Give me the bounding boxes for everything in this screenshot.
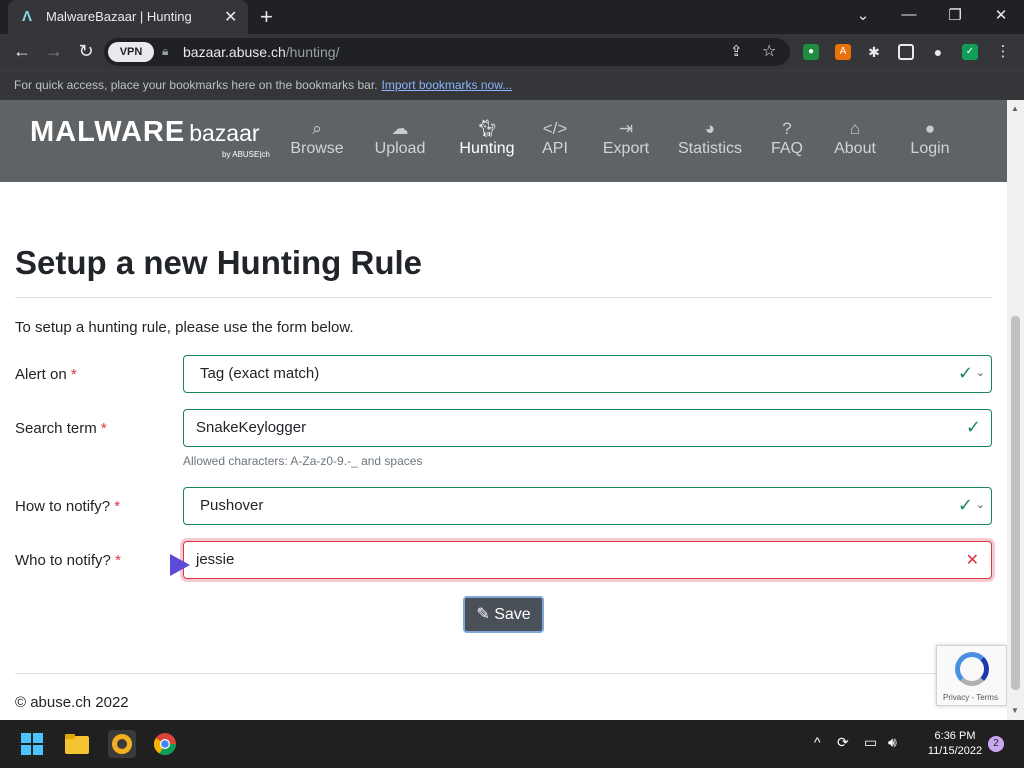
address-bar[interactable]: VPN 🔒︎ bazaar.abuse.ch/hunting/ ⇪ ☆ bbox=[104, 38, 790, 66]
notify-who-input[interactable]: jessie ✕ bbox=[183, 541, 992, 579]
browser-tab[interactable]: Λ MalwareBazaar | Hunting ✕ bbox=[8, 0, 248, 34]
windows-taskbar: ^ ⟳ ▭ 🔊︎ 6:36 PM 11/15/2022 bbox=[0, 720, 1024, 768]
nav-browse[interactable]: ⌕ Browse bbox=[290, 118, 344, 158]
bookmarks-hint: For quick access, place your bookmarks h… bbox=[14, 78, 513, 92]
tab-search-icon[interactable]: ⌄ bbox=[853, 6, 873, 24]
chevron-down-icon: ⌄ bbox=[975, 499, 985, 511]
notify-who-label: Who to notify? * bbox=[15, 552, 121, 569]
nav-about[interactable]: ⌂ About bbox=[830, 118, 880, 158]
extension-shield-icon[interactable]: ✓ bbox=[962, 44, 978, 60]
logo-sub: bazaar bbox=[189, 120, 260, 146]
extension-lock-icon[interactable]: ● bbox=[803, 44, 819, 60]
clock[interactable]: 6:36 PM 11/15/2022 bbox=[916, 729, 994, 759]
divider bbox=[15, 673, 992, 674]
profile-icon[interactable]: ● bbox=[930, 44, 946, 60]
malwarebazaar-favicon-icon: Λ bbox=[22, 8, 33, 25]
bookmark-star-icon[interactable]: ☆ bbox=[762, 41, 776, 61]
alert-on-select[interactable]: Tag (exact match) ✓ ⌄ bbox=[183, 355, 992, 393]
network-icon[interactable]: ▭ bbox=[864, 734, 877, 751]
form-intro: To setup a hunting rule, please use the … bbox=[15, 319, 354, 336]
extensions-puzzle-icon[interactable]: ✱ bbox=[866, 44, 882, 60]
logo-by: by ABUSE|ch bbox=[222, 150, 270, 159]
save-button[interactable]: ✎ Save bbox=[463, 596, 544, 633]
recaptcha-links[interactable]: Privacy - Terms bbox=[943, 693, 998, 702]
pie-chart-icon: ◕ bbox=[704, 119, 716, 138]
footer-copyright: © abuse.ch 2022 bbox=[15, 694, 129, 711]
file-export-icon: ⇥ bbox=[618, 119, 634, 138]
page-scrollbar[interactable]: ▲ ▼ bbox=[1007, 100, 1024, 720]
bookmarks-bar: For quick access, place your bookmarks h… bbox=[0, 70, 1024, 100]
code-icon: </> bbox=[542, 119, 568, 138]
sync-icon[interactable]: ⟳ bbox=[837, 734, 849, 751]
menu-kebab-icon[interactable]: ⋮ bbox=[995, 44, 1011, 60]
recaptcha-badge[interactable]: Privacy - Terms bbox=[936, 645, 1007, 706]
url-text[interactable]: bazaar.abuse.ch/hunting/ bbox=[183, 44, 339, 60]
extension-a-icon[interactable]: A bbox=[835, 44, 851, 60]
valid-check-icon: ✓ bbox=[965, 417, 981, 437]
tray-chevron-icon[interactable]: ^ bbox=[814, 734, 821, 750]
valid-check-icon: ✓ bbox=[957, 495, 973, 515]
minimize-icon[interactable]: — bbox=[899, 6, 919, 23]
notify-how-select[interactable]: Pushover ✓ ⌄ bbox=[183, 487, 992, 525]
nav-upload[interactable]: ☁ Upload bbox=[372, 118, 428, 158]
edit-icon: ✎ bbox=[476, 606, 490, 623]
page-content: MALWARE bazaar by ABUSE|ch ⌕ Browse ☁ Upl… bbox=[0, 100, 1007, 720]
divider bbox=[15, 297, 992, 298]
import-bookmarks-link[interactable]: Import bookmarks now... bbox=[382, 78, 513, 92]
cloud-upload-icon: ☁ bbox=[391, 119, 409, 138]
forward-icon[interactable]: → bbox=[43, 41, 65, 62]
search-term-input[interactable]: SnakeKeylogger ✓ bbox=[183, 409, 992, 447]
vpn-badge[interactable]: VPN bbox=[108, 42, 154, 62]
lock-icon[interactable]: 🔒︎ bbox=[162, 44, 168, 59]
browser-tab-bar: Λ MalwareBazaar | Hunting ✕ + ⌄ — ❐ ✕ bbox=[0, 0, 1024, 34]
tab-close-icon[interactable]: ✕ bbox=[224, 7, 237, 27]
reload-icon[interactable]: ↻ bbox=[75, 41, 97, 62]
volume-icon[interactable]: 🔊︎ bbox=[888, 734, 897, 751]
page-title: Setup a new Hunting Rule bbox=[15, 244, 423, 281]
invalid-x-icon: ✕ bbox=[965, 552, 979, 569]
restore-icon[interactable]: ❐ bbox=[945, 6, 965, 24]
notification-badge[interactable]: 2 bbox=[988, 736, 1004, 752]
scroll-thumb[interactable] bbox=[1011, 316, 1020, 690]
nav-hunting[interactable]: 🐈︎ Hunting bbox=[456, 118, 518, 158]
nav-api[interactable]: </> API bbox=[540, 118, 570, 158]
recaptcha-logo-icon bbox=[955, 652, 989, 686]
vpn-app-icon[interactable] bbox=[108, 730, 136, 758]
file-explorer-icon[interactable] bbox=[64, 732, 89, 756]
nav-export[interactable]: ⇥ Export bbox=[600, 118, 652, 158]
user-icon: ● bbox=[924, 119, 936, 138]
building-icon: ⌂ bbox=[849, 119, 861, 138]
nav-faq[interactable]: ? FAQ bbox=[769, 118, 805, 158]
windows-start-icon[interactable] bbox=[20, 732, 44, 756]
alert-on-label: Alert on * bbox=[15, 366, 77, 383]
chrome-icon[interactable] bbox=[153, 732, 177, 756]
back-icon[interactable]: ← bbox=[11, 41, 33, 62]
scroll-down-icon[interactable]: ▼ bbox=[1011, 706, 1019, 715]
question-icon: ? bbox=[782, 119, 792, 138]
chevron-down-icon: ⌄ bbox=[975, 367, 985, 379]
search-icon: ⌕ bbox=[312, 119, 322, 138]
nav-statistics[interactable]: ◕ Statistics bbox=[677, 118, 743, 158]
new-tab-icon[interactable]: + bbox=[260, 4, 273, 30]
tab-title: MalwareBazaar | Hunting bbox=[46, 9, 192, 24]
site-navbar: MALWARE bazaar by ABUSE|ch ⌕ Browse ☁ Upl… bbox=[0, 100, 1007, 182]
notify-how-label: How to notify? * bbox=[15, 498, 121, 515]
scroll-up-icon[interactable]: ▲ bbox=[1011, 104, 1019, 113]
nav-login[interactable]: ● Login bbox=[907, 118, 953, 158]
browser-toolbar: ← → ↻ VPN 🔒︎ bazaar.abuse.ch/hunting/ ⇪ … bbox=[0, 34, 1024, 70]
malwarebazaar-logo[interactable]: MALWARE bazaar bbox=[30, 116, 260, 149]
share-icon[interactable]: ⇪ bbox=[730, 42, 743, 60]
logo-main: MALWARE bbox=[30, 116, 186, 148]
search-term-help: Allowed characters: A-Za-z0-9.-_ and spa… bbox=[183, 454, 423, 468]
side-panel-icon[interactable] bbox=[898, 44, 914, 60]
window-close-icon[interactable]: ✕ bbox=[991, 6, 1011, 24]
cat-icon: 🐈︎ bbox=[476, 119, 498, 138]
mouse-cursor-icon bbox=[170, 554, 190, 576]
search-term-label: Search term * bbox=[15, 420, 107, 437]
valid-check-icon: ✓ bbox=[957, 363, 973, 383]
